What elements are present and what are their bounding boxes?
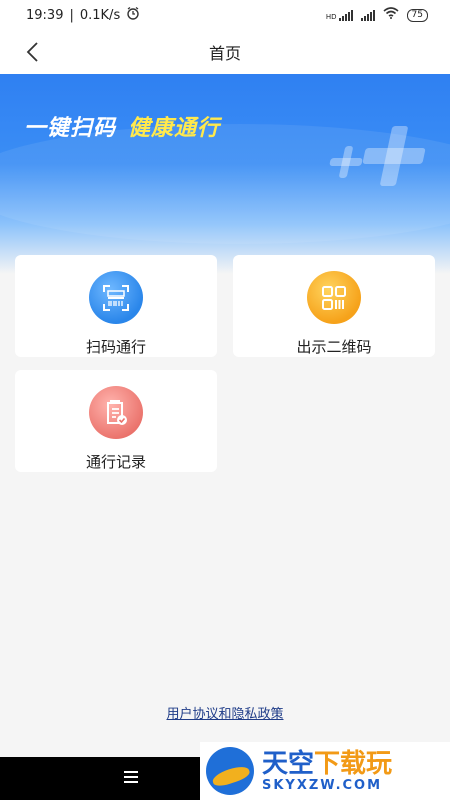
wifi-icon [383,7,399,23]
watermark-cn: 天空下载玩 [262,750,392,778]
network-speed-text: 0.1K/s [79,7,121,23]
status-bar: 19:39 | 0.1K/s HD 75 [0,0,450,30]
hd-label: HD [325,13,337,21]
signal-2-icon [360,9,375,21]
hero-banner: 一键扫码 健康通行 [0,74,450,274]
site-watermark: 天空下载玩 SKYXZW.COM [200,742,450,800]
pass-records-label: 通行记录 [85,453,146,471]
watermark-cn-part1: 天空 [262,748,315,779]
show-qr-label: 出示二维码 [296,338,372,356]
show-qr-card[interactable]: 出示二维码 [233,255,435,357]
record-icon [89,386,143,439]
alarm-icon [126,6,140,24]
watermark-cn-part2: 下载玩 [314,748,393,779]
airplane-logo-icon [206,747,254,795]
slogan-main: 一键扫码 [24,116,117,141]
watermark-en: SKYXZW.COM [262,777,383,793]
status-right: HD 75 [326,7,428,23]
watermark-text: 天空下载玩 SKYXZW.COM [262,750,392,793]
page-title: 首页 [208,44,241,63]
chevron-left-icon [26,42,38,62]
scan-icon [89,271,143,324]
slogan-accent: 健康通行 [128,116,221,141]
scan-pass-label: 扫码通行 [85,338,146,356]
policy-container: 用户协议和隐私政策 [0,703,450,722]
privacy-policy-link[interactable]: 用户协议和隐私政策 [166,707,283,722]
qr-code-icon [307,271,361,324]
menu-icon[interactable] [124,771,138,783]
status-separator: | [69,7,74,23]
signal-icon [338,9,353,21]
scan-pass-card[interactable]: 扫码通行 [15,255,217,357]
banner-slogan: 一键扫码 健康通行 [24,110,220,142]
status-left: 19:39 | 0.1K/s [26,6,140,24]
clock-text: 19:39 [26,7,64,23]
nav-bar: 首页 [0,30,450,74]
pass-records-card[interactable]: 通行记录 [15,370,217,472]
back-button[interactable] [18,38,46,66]
plus-decoration-large-icon [358,126,431,186]
battery-icon: 75 [406,8,428,22]
